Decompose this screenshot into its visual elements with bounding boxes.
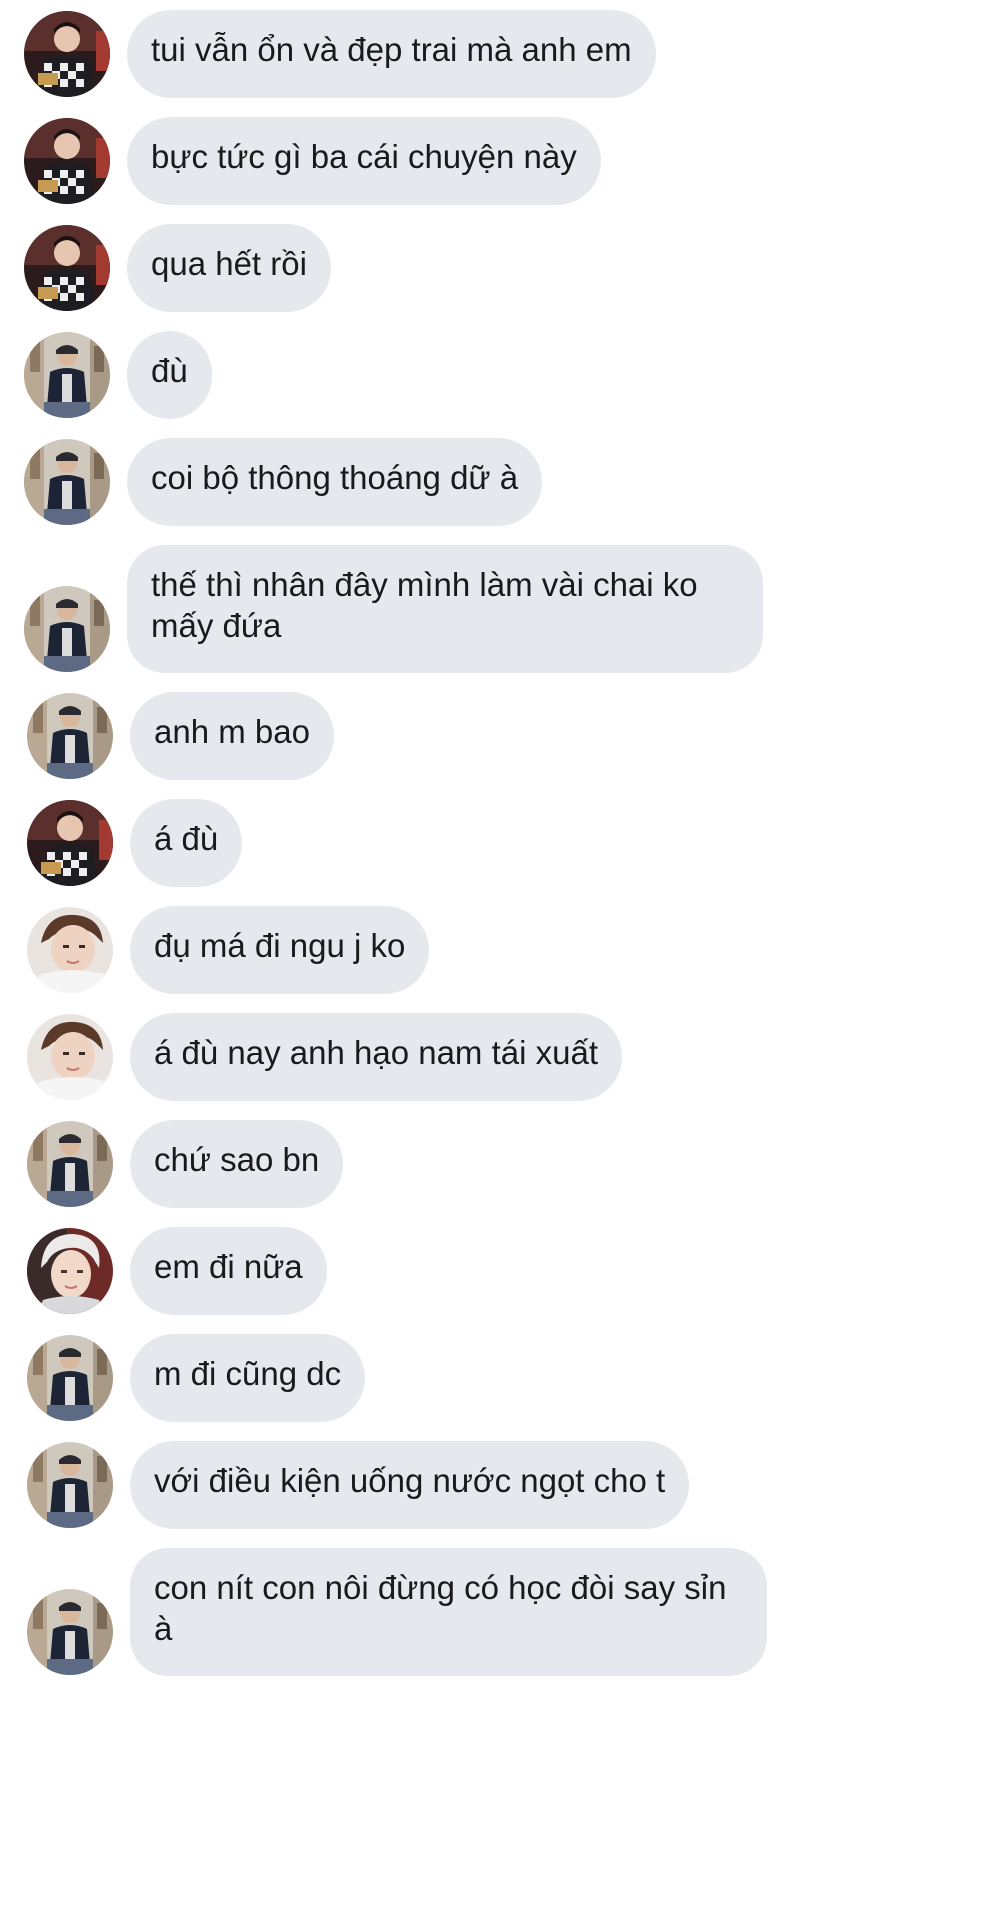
avatar-street-photo[interactable] [27,1442,113,1528]
message-bubble[interactable]: chứ sao bn [130,1120,344,1208]
message-row: đù [0,331,981,419]
message-bubble[interactable]: em đi nữa [130,1227,327,1315]
message-row: con nít con nôi đừng có học đòi say sỉn … [0,1548,981,1676]
message-row: coi bộ thông thoáng dữ à [0,438,981,526]
chat-thread: tui vẫn ổn và đẹp trai mà anh em bực tức… [0,0,981,1920]
message-row: chứ sao bn [0,1120,981,1208]
avatar-checker-jacket[interactable] [27,800,113,886]
message-bubble[interactable]: bực tức gì ba cái chuyện này [127,117,601,205]
message-row: m đi cũng dc [0,1334,981,1422]
avatar-portrait-boy[interactable] [27,907,113,993]
avatar-street-photo[interactable] [27,1589,113,1675]
message-bubble[interactable]: con nít con nôi đừng có học đòi say sỉn … [130,1548,767,1676]
message-row: đụ má đi ngu j ko [0,906,981,994]
message-bubble[interactable]: qua hết rồi [127,224,331,312]
avatar-street-photo[interactable] [27,1335,113,1421]
message-row: qua hết rồi [0,224,981,312]
message-bubble[interactable]: á đù nay anh hạo nam tái xuất [130,1013,622,1101]
message-row: bực tức gì ba cái chuyện này [0,117,981,205]
avatar-street-photo[interactable] [24,439,110,525]
message-bubble[interactable]: đù [127,331,212,419]
message-bubble[interactable]: á đù [130,799,243,887]
avatar-checker-jacket[interactable] [24,225,110,311]
avatar-checker-jacket[interactable] [24,11,110,97]
message-bubble[interactable]: với điều kiện uống nước ngọt cho t [130,1441,690,1529]
avatar-checker-jacket[interactable] [24,118,110,204]
message-bubble[interactable]: thế thì nhân đây mình làm vài chai ko mấ… [127,545,763,673]
message-row: á đù [0,799,981,887]
avatar-portrait-boy[interactable] [27,1014,113,1100]
avatar-street-photo[interactable] [24,586,110,672]
avatar-blond-boy[interactable] [27,1228,113,1314]
avatar-street-photo[interactable] [24,332,110,418]
message-row: á đù nay anh hạo nam tái xuất [0,1013,981,1101]
message-row: tui vẫn ổn và đẹp trai mà anh em [0,10,981,98]
message-bubble[interactable]: m đi cũng dc [130,1334,366,1422]
message-row: với điều kiện uống nước ngọt cho t [0,1441,981,1529]
message-bubble[interactable]: tui vẫn ổn và đẹp trai mà anh em [127,10,656,98]
message-row: thế thì nhân đây mình làm vài chai ko mấ… [0,545,981,673]
avatar-street-photo[interactable] [27,693,113,779]
message-bubble[interactable]: đụ má đi ngu j ko [130,906,430,994]
avatar-street-photo[interactable] [27,1121,113,1207]
message-row: anh m bao [0,692,981,780]
message-row: em đi nữa [0,1227,981,1315]
message-bubble[interactable]: coi bộ thông thoáng dữ à [127,438,543,526]
message-bubble[interactable]: anh m bao [130,692,334,780]
